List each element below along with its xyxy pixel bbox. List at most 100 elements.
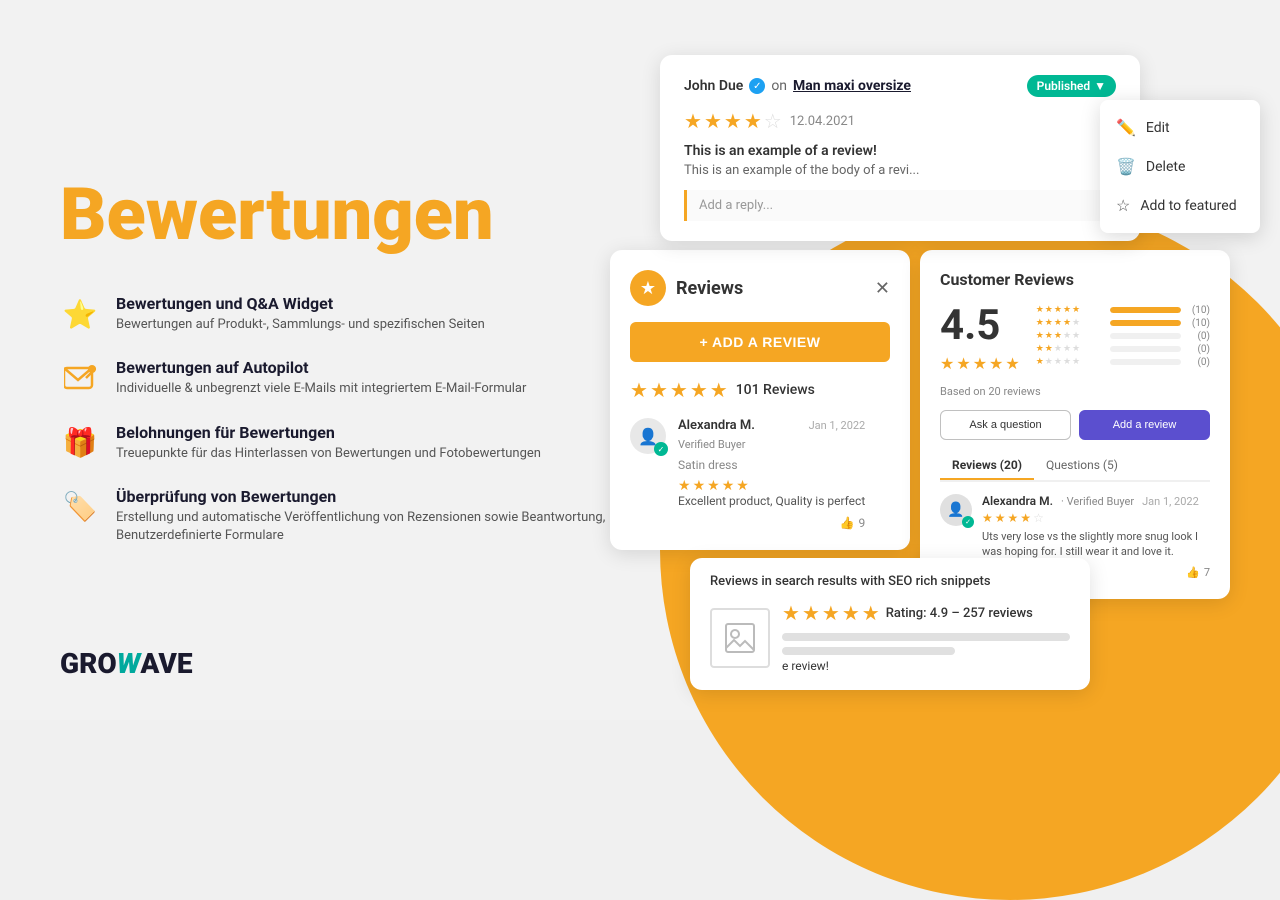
cr-bars: ★★★★★ (10) ★★★★★ (10) ★★★★★ bbox=[1036, 305, 1210, 370]
dropdown-featured[interactable]: ☆ Add to featured bbox=[1100, 186, 1260, 225]
cr-buttons: Ask a question Add a review bbox=[940, 410, 1210, 440]
star-5: ☆ bbox=[764, 109, 782, 133]
logo-ave: AVE bbox=[140, 647, 192, 680]
ask-question-button[interactable]: Ask a question bbox=[940, 410, 1071, 440]
feature-desc-autopilot: Individuelle & unbegrenzt viele E-Mails … bbox=[116, 380, 526, 398]
cr-reviewer-avatar: 👤 ✓ bbox=[940, 494, 972, 526]
on-text: on bbox=[771, 78, 787, 94]
widget-product-name: Satin dress bbox=[678, 458, 865, 472]
review-body: This is an example of the body of a revi… bbox=[684, 163, 1116, 178]
seo-content: ★ ★ ★ ★ ★ Rating: 4.9 – 257 reviews e re… bbox=[710, 601, 1070, 674]
widget-star-icon: ★ bbox=[630, 270, 666, 306]
widget-icon: ⭐ bbox=[60, 294, 100, 334]
cr-tabs: Reviews (20) Questions (5) bbox=[940, 452, 1210, 482]
feature-item-autopilot: Bewertungen auf Autopilot Individuelle &… bbox=[60, 358, 610, 398]
seo-bar-1 bbox=[782, 633, 1070, 641]
trash-icon: 🗑️ bbox=[1116, 157, 1136, 176]
widget-reviewer-item: 👤 ✓ Alexandra M. Jan 1, 2022 Verified Bu… bbox=[630, 418, 890, 530]
dropdown-featured-label: Add to featured bbox=[1140, 198, 1236, 214]
reviewer-name: John Due bbox=[684, 78, 743, 94]
cr-review-text: Uts very lose vs the slightly more snug … bbox=[982, 529, 1210, 560]
star-1: ★ bbox=[684, 109, 702, 133]
cr-verified-buyer: · Verified Buyer bbox=[1061, 495, 1134, 508]
dropdown-menu: ✏️ Edit 🗑️ Delete ☆ Add to featured bbox=[1100, 100, 1260, 233]
feature-text-verification: Überprüfung von Bewertungen Erstellung u… bbox=[116, 487, 610, 545]
widget-like-count: 9 bbox=[859, 516, 866, 530]
customer-reviews-title: Customer Reviews bbox=[940, 270, 1210, 289]
review-card: John Due ✓ on Man maxi oversize Publishe… bbox=[660, 55, 1140, 241]
feature-item-verification: 🏷️ Überprüfung von Bewertungen Erstellun… bbox=[60, 487, 610, 545]
star-4: ★ bbox=[744, 109, 762, 133]
cr-bar-5: ★★★★★ (10) bbox=[1036, 305, 1210, 316]
verified-badge-icon: ✓ bbox=[749, 78, 765, 94]
review-card-header: John Due ✓ on Man maxi oversize Publishe… bbox=[684, 75, 1116, 97]
seo-stars-row: ★ ★ ★ ★ ★ Rating: 4.9 – 257 reviews bbox=[782, 601, 1070, 625]
tab-questions[interactable]: Questions (5) bbox=[1034, 452, 1130, 480]
stars-display: ★ ★ ★ ★ ☆ bbox=[684, 109, 782, 133]
widget-title: Reviews bbox=[676, 278, 743, 299]
customer-reviews-panel: Customer Reviews 4.5 ★ ★ ★ ★ ★ ★★★★★ bbox=[920, 250, 1230, 599]
logo: GROWAVE bbox=[60, 647, 193, 680]
widget-reviewer-name: Alexandra M. bbox=[678, 418, 755, 433]
feature-desc-rewards: Treuepunkte für das Hinterlassen von Bew… bbox=[116, 445, 541, 463]
cr-main-stars: ★ ★ ★ ★ ★ bbox=[940, 354, 1020, 373]
star-icon: ☆ bbox=[1116, 196, 1130, 215]
seo-right: ★ ★ ★ ★ ★ Rating: 4.9 – 257 reviews e re… bbox=[782, 601, 1070, 674]
seo-title: Reviews in search results with SEO rich … bbox=[710, 574, 1070, 589]
star-2: ★ bbox=[704, 109, 722, 133]
close-button[interactable]: ✕ bbox=[875, 278, 890, 299]
dropdown-edit-label: Edit bbox=[1146, 120, 1170, 136]
edit-icon: ✏️ bbox=[1116, 118, 1136, 137]
review-count: 101 Reviews bbox=[736, 382, 815, 398]
feature-title-verification: Überprüfung von Bewertungen bbox=[116, 487, 610, 506]
add-review-button[interactable]: + ADD A REVIEW bbox=[630, 322, 890, 362]
review-title: This is an example of a review! bbox=[684, 143, 1116, 159]
reply-input[interactable]: Add a reply... bbox=[684, 190, 1116, 221]
dropdown-edit[interactable]: ✏️ Edit bbox=[1100, 108, 1260, 147]
feature-title-widget: Bewertungen und Q&A Widget bbox=[116, 294, 485, 313]
cr-bar-4: ★★★★★ (10) bbox=[1036, 318, 1210, 329]
seo-image-placeholder bbox=[710, 608, 770, 668]
add-review-cr-button[interactable]: Add a review bbox=[1079, 410, 1210, 440]
seo-stars: ★ ★ ★ ★ ★ bbox=[782, 601, 880, 625]
product-link[interactable]: Man maxi oversize bbox=[793, 78, 911, 94]
widget-panel: ★ Reviews ✕ + ADD A REVIEW ★ ★ ★ ★ ★ 101… bbox=[610, 250, 910, 550]
cr-average-rating: 4.5 bbox=[940, 301, 1020, 350]
summary-stars: ★ ★ ★ ★ ★ bbox=[630, 378, 728, 402]
check-icon: ✓ bbox=[654, 442, 668, 456]
published-badge[interactable]: Published ▼ bbox=[1027, 75, 1116, 97]
logo-gro: GRO bbox=[60, 647, 117, 680]
widget-reviewer-avatar: 👤 ✓ bbox=[630, 418, 666, 454]
widget-header: ★ Reviews ✕ bbox=[630, 270, 890, 306]
seo-bar-2 bbox=[782, 647, 955, 655]
widget-review-stars: ★ ★ ★ ★ ★ bbox=[678, 478, 865, 494]
page-title: Bewertungen bbox=[60, 175, 610, 254]
cr-rating-row: 4.5 ★ ★ ★ ★ ★ ★★★★★ (10) bbox=[940, 301, 1210, 373]
widget-review-text: Excellent product, Quality is perfect bbox=[678, 494, 865, 508]
review-date: 12.04.2021 bbox=[790, 114, 855, 129]
widget-like-row: 👍 9 bbox=[678, 516, 865, 530]
right-panel: John Due ✓ on Man maxi oversize Publishe… bbox=[580, 0, 1280, 720]
seo-rating-text: Rating: 4.9 – 257 reviews bbox=[886, 606, 1033, 621]
feature-desc-verification: Erstellung und automatische Veröffentlic… bbox=[116, 509, 610, 545]
feature-item-rewards: 🎁 Belohnungen für Bewertungen Treuepunkt… bbox=[60, 423, 610, 463]
seo-review-preview: e review! bbox=[782, 659, 829, 673]
star-3: ★ bbox=[724, 109, 742, 133]
dropdown-delete[interactable]: 🗑️ Delete bbox=[1100, 147, 1260, 186]
logo-w: W bbox=[117, 647, 141, 680]
cr-bar-3: ★★★★★ (0) bbox=[1036, 331, 1210, 342]
feature-title-autopilot: Bewertungen auf Autopilot bbox=[116, 358, 526, 377]
feature-list: ⭐ Bewertungen und Q&A Widget Bewertungen… bbox=[60, 294, 610, 545]
stars-row: ★ ★ ★ ★ ☆ 12.04.2021 bbox=[684, 109, 1116, 133]
cr-thumbs-up-icon: 👍 bbox=[1186, 566, 1200, 579]
feature-desc-widget: Bewertungen auf Produkt-, Sammlungs- und… bbox=[116, 316, 485, 334]
seo-panel: Reviews in search results with SEO rich … bbox=[690, 558, 1090, 690]
feature-text-rewards: Belohnungen für Bewertungen Treuepunkte … bbox=[116, 423, 541, 463]
cr-reviewer-date: Jan 1, 2022 bbox=[1142, 495, 1199, 508]
feature-text-widget: Bewertungen und Q&A Widget Bewertungen a… bbox=[116, 294, 485, 334]
published-label: Published bbox=[1037, 79, 1090, 93]
feature-item-widget: ⭐ Bewertungen und Q&A Widget Bewertungen… bbox=[60, 294, 610, 334]
tab-reviews[interactable]: Reviews (20) bbox=[940, 452, 1034, 480]
cr-reviewer-stars: ★ ★ ★ ★ ☆ bbox=[982, 511, 1210, 525]
autopilot-icon bbox=[60, 358, 100, 398]
